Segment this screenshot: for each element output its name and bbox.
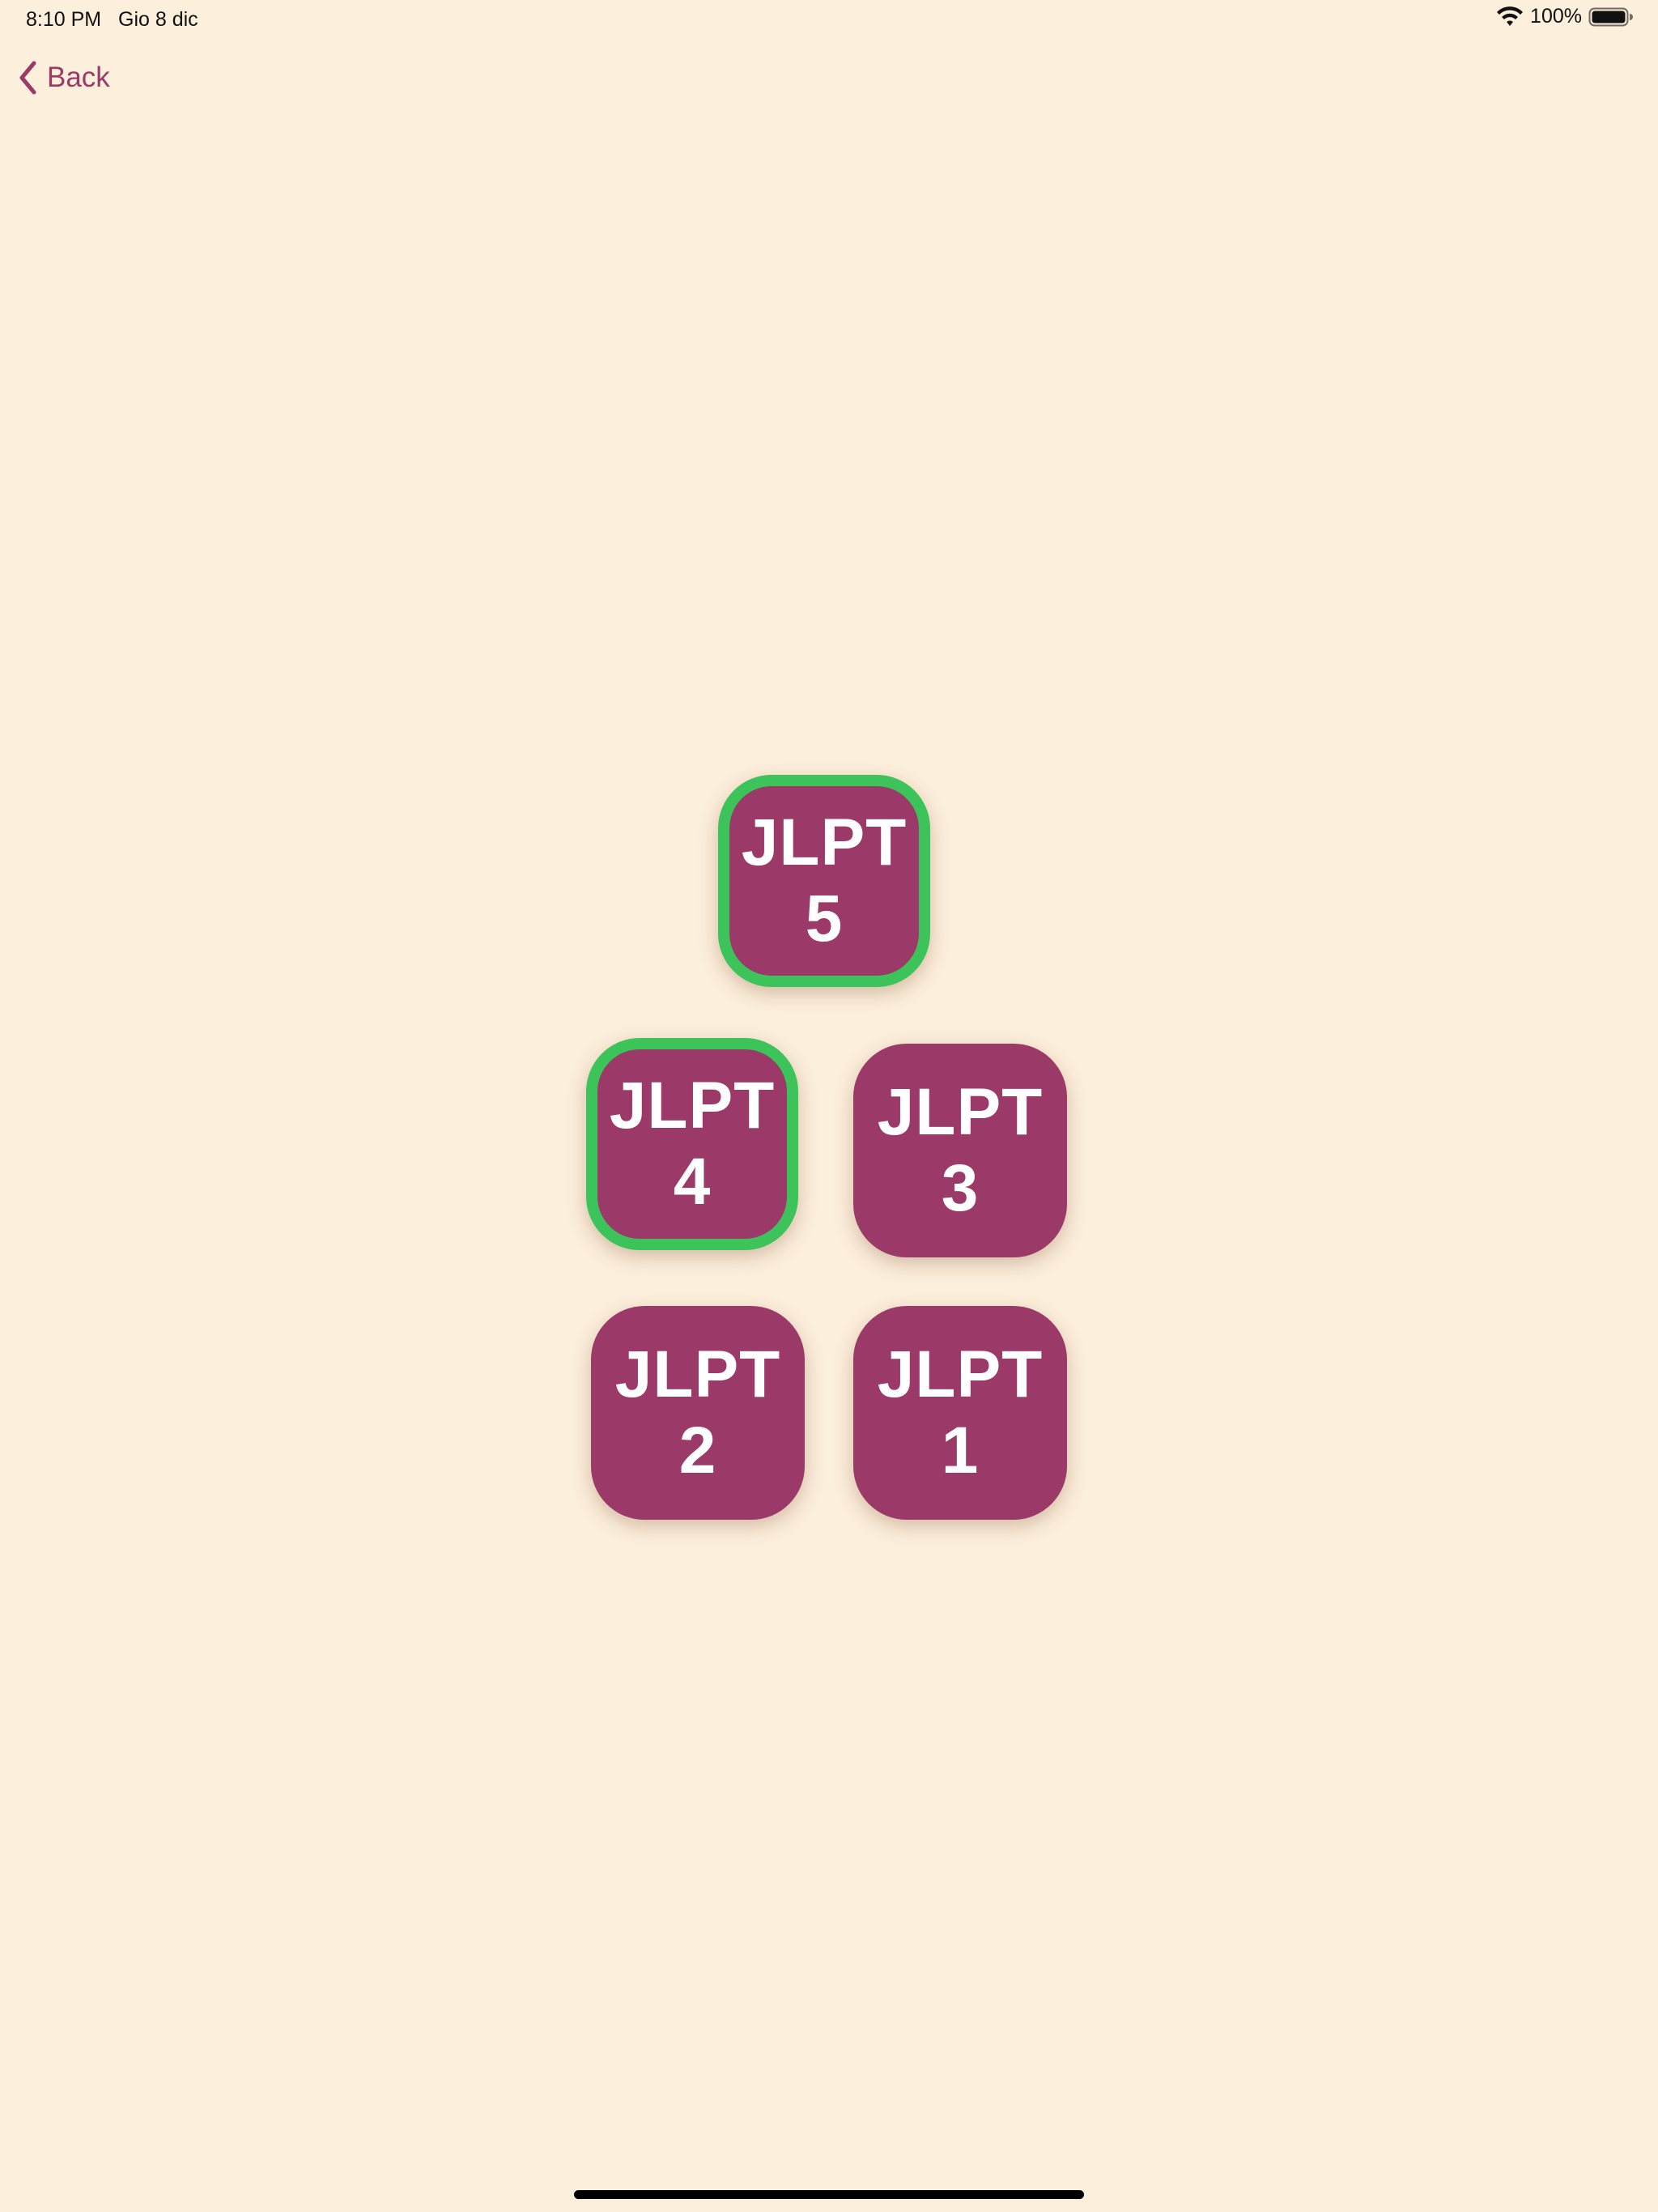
tile-label: JLPT	[614, 1338, 781, 1411]
wifi-icon	[1497, 6, 1524, 26]
jlpt-3-button[interactable]: JLPT 3	[853, 1044, 1067, 1257]
battery-full-icon	[1588, 7, 1633, 26]
back-button[interactable]: Back	[18, 60, 110, 96]
tile-level-number: 4	[673, 1145, 712, 1219]
battery-percent: 100%	[1530, 5, 1582, 28]
tile-label: JLPT	[741, 806, 908, 879]
back-label: Back	[47, 62, 110, 93]
status-indicators: 100%	[1496, 5, 1634, 28]
jlpt-2-button[interactable]: JLPT 2	[591, 1306, 805, 1520]
tile-level-number: 5	[805, 882, 844, 955]
status-bar: 8:10 PM Gio 8 dic 100%	[0, 0, 1658, 39]
status-time: 8:10 PM	[26, 8, 102, 31]
tile-label: JLPT	[609, 1069, 776, 1142]
tile-label: JLPT	[877, 1075, 1044, 1149]
tile-level-number: 2	[678, 1414, 717, 1487]
jlpt-4-button[interactable]: JLPT 4	[586, 1038, 798, 1250]
jlpt-5-button[interactable]: JLPT 5	[718, 775, 930, 987]
home-indicator[interactable]	[574, 2190, 1084, 2199]
tile-label: JLPT	[877, 1338, 1044, 1411]
chevron-left-icon	[19, 61, 36, 95]
jlpt-1-button[interactable]: JLPT 1	[853, 1306, 1067, 1520]
tile-level-number: 3	[941, 1151, 980, 1225]
tile-level-number: 1	[941, 1414, 980, 1487]
status-date: Gio 8 dic	[118, 8, 198, 31]
